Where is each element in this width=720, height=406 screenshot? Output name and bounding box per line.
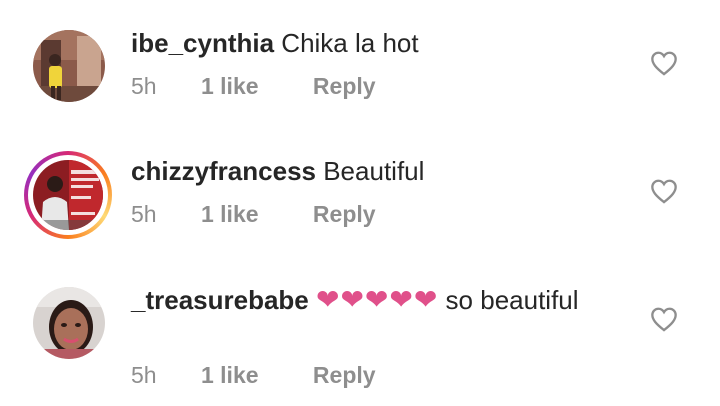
reply-button[interactable]: Reply [313, 362, 376, 389]
likes-count[interactable]: 1 like [201, 362, 259, 389]
avatar[interactable] [33, 287, 105, 359]
comment-text: chizzyfrancess Beautiful [131, 155, 631, 188]
avatar[interactable] [24, 151, 112, 239]
timestamp: 5h [131, 201, 157, 227]
likes-count[interactable]: 1 like [201, 73, 259, 100]
comment-body: Beautiful [323, 156, 425, 186]
comment-meta: 5h 1 like Reply [131, 201, 376, 228]
username[interactable]: chizzyfrancess [131, 156, 316, 186]
comment-body: Chika la hot [281, 28, 419, 58]
comment-text: ibe_cynthia Chika la hot [131, 27, 631, 60]
reply-button[interactable]: Reply [313, 73, 376, 100]
reply-button[interactable]: Reply [313, 201, 376, 228]
likes-count[interactable]: 1 like [201, 201, 259, 228]
heart-emoji: ❤❤❤❤❤ [316, 284, 439, 315]
heart-outline-icon[interactable] [650, 306, 678, 332]
comment-meta: 5h 1 like Reply [131, 73, 376, 100]
avatar-photo [33, 160, 103, 230]
heart-outline-icon[interactable] [650, 50, 678, 76]
comment-body: so beautiful [445, 285, 579, 315]
comment-meta: 5h 1 like Reply [131, 362, 376, 389]
username[interactable]: ibe_cynthia [131, 28, 274, 58]
heart-outline-icon[interactable] [650, 178, 678, 204]
timestamp: 5h [131, 73, 157, 99]
avatar[interactable] [33, 30, 105, 102]
comment-text: _treasurebabe ❤❤❤❤❤ so beautiful [131, 283, 631, 317]
username[interactable]: _treasurebabe [131, 285, 309, 315]
timestamp: 5h [131, 362, 157, 388]
